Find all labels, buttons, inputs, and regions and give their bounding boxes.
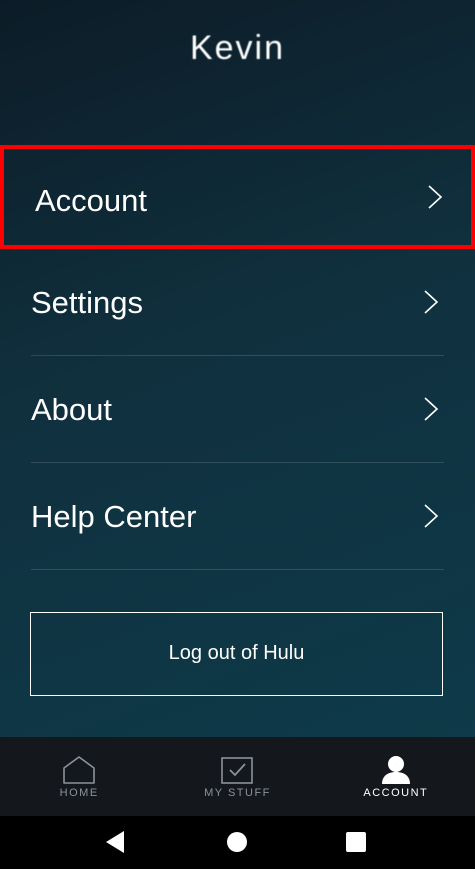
tab-label: ACCOUNT	[363, 787, 429, 799]
menu-item-label: Settings	[31, 285, 144, 320]
checkbox-icon	[221, 757, 254, 784]
chevron-right-icon	[428, 185, 443, 209]
system-navigation-bar	[0, 816, 475, 869]
account-menu-list: Account Settings About Help Center	[0, 145, 475, 570]
account-screen: Kevin Account Settings About Help Center	[0, 0, 475, 737]
menu-item-help-center[interactable]: Help Center	[31, 463, 444, 570]
menu-item-about[interactable]: About	[31, 356, 444, 463]
person-icon	[381, 756, 410, 784]
recents-square-icon[interactable]	[342, 828, 370, 856]
menu-item-label: Account	[35, 183, 148, 218]
tab-account[interactable]: ACCOUNT	[317, 737, 475, 816]
tab-home[interactable]: HOME	[0, 737, 158, 816]
tab-label: MY STUFF	[204, 787, 271, 799]
home-circle-icon[interactable]	[223, 828, 251, 856]
menu-item-label: Help Center	[31, 499, 197, 534]
home-icon	[63, 756, 95, 784]
menu-item-label: About	[31, 392, 113, 427]
logout-button[interactable]: Log out of Hulu	[30, 612, 443, 696]
chevron-right-icon	[424, 504, 439, 528]
back-icon[interactable]	[102, 828, 130, 856]
chevron-right-icon	[424, 397, 439, 421]
tab-my-stuff[interactable]: MY STUFF	[158, 737, 316, 816]
tab-label: HOME	[59, 787, 99, 799]
bottom-tab-bar: HOME MY STUFF ACCOUNT	[0, 737, 475, 816]
menu-item-settings[interactable]: Settings	[31, 249, 444, 356]
profile-name: Kevin	[189, 29, 286, 67]
chevron-right-icon	[424, 290, 439, 314]
menu-item-account[interactable]: Account	[0, 145, 475, 249]
